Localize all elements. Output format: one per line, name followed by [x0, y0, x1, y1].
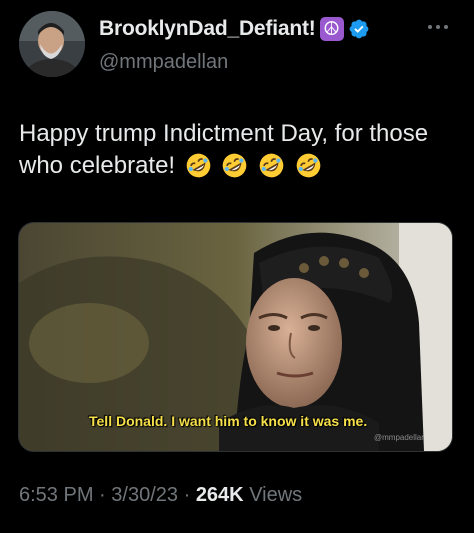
peace-symbol-emoji: ☮ [319, 17, 344, 41]
tweet-media-image[interactable]: Tell Donald. I want him to know it was m… [18, 222, 453, 452]
more-options-icon[interactable] [420, 12, 456, 42]
tweet-time[interactable]: 6:53 PM [19, 484, 93, 506]
name-row: BrooklynDad_Defiant! ☮ [99, 17, 370, 41]
views-label: Views [249, 484, 303, 506]
verified-badge-icon [349, 19, 368, 39]
tweet-date[interactable]: 3/30/23 [111, 484, 178, 506]
meta-separator: · [99, 484, 106, 506]
tweet: BrooklynDad_Defiant! ☮ @mmpadellan Happy… [0, 0, 474, 533]
meme-caption: Tell Donald. I want him to know it was m… [89, 413, 368, 429]
user-handle[interactable]: @mmpadellan [99, 51, 228, 74]
meta-separator: · [183, 484, 191, 506]
rolling-laughing-emoji-icon [259, 153, 284, 178]
rolling-laughing-emoji-icon [296, 153, 321, 178]
avatar[interactable] [19, 11, 85, 77]
tweet-text: Happy trump Indictment Day, for those wh… [19, 118, 459, 182]
image-watermark: @mmpadellan [374, 433, 426, 442]
display-name[interactable]: BrooklynDad_Defiant! [99, 17, 316, 41]
tweet-meta: 6:53 PM · 3/30/23 · 264K Views [19, 484, 302, 507]
emoji-group [182, 152, 322, 179]
rolling-laughing-emoji-icon [223, 153, 247, 178]
rolling-laughing-emoji-icon [186, 153, 211, 178]
views-count[interactable]: 264K [196, 484, 244, 506]
